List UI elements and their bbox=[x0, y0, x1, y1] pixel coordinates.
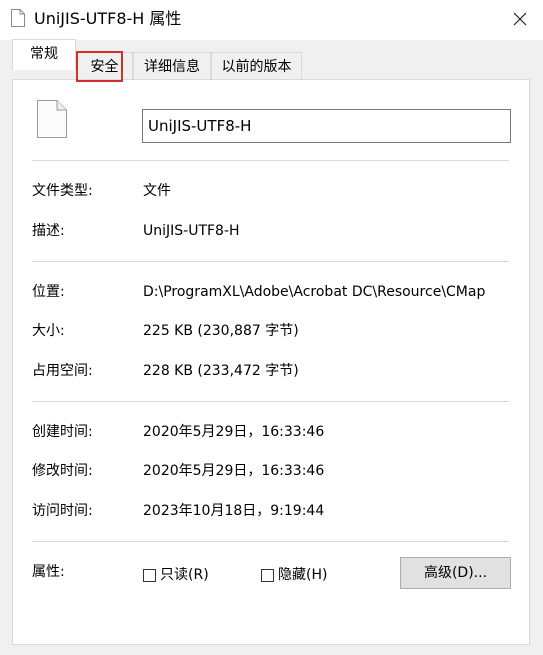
size-label: 大小: bbox=[32, 323, 65, 339]
advanced-button[interactable]: 高级(D)... bbox=[400, 557, 511, 589]
size-on-disk-label: 占用空间: bbox=[32, 363, 93, 379]
size-on-disk-value: 228 KB (233,472 字节) bbox=[143, 363, 299, 379]
accessed-label: 访问时间: bbox=[32, 503, 93, 519]
attributes-label: 属性: bbox=[32, 564, 65, 580]
file-icon bbox=[11, 9, 25, 27]
readonly-checkbox[interactable]: 只读(R) bbox=[143, 565, 209, 585]
security-tab-highlight bbox=[76, 51, 123, 82]
tab-details[interactable]: 详细信息 bbox=[133, 52, 211, 80]
size-value: 225 KB (230,887 字节) bbox=[143, 323, 299, 339]
file-type-value: 文件 bbox=[143, 183, 171, 199]
modified-label: 修改时间: bbox=[32, 463, 93, 479]
window-title: UniJIS-UTF8-H 属性 bbox=[34, 9, 182, 28]
close-icon bbox=[513, 12, 527, 26]
file-name-input[interactable] bbox=[142, 109, 511, 143]
close-button[interactable] bbox=[497, 0, 543, 38]
separator bbox=[32, 261, 509, 262]
tab-previous-versions[interactable]: 以前的版本 bbox=[211, 52, 302, 80]
readonly-label: 只读(R) bbox=[160, 567, 209, 583]
created-label: 创建时间: bbox=[32, 424, 93, 440]
description-value: UniJIS-UTF8-H bbox=[143, 223, 240, 239]
accessed-value: 2023年10月18日，9:19:44 bbox=[143, 503, 325, 519]
tab-general[interactable]: 常规 bbox=[12, 39, 76, 70]
created-value: 2020年5月29日，16:33:46 bbox=[143, 424, 325, 440]
file-type-label: 文件类型: bbox=[32, 183, 93, 199]
document-icon bbox=[37, 100, 67, 138]
separator bbox=[32, 541, 509, 542]
separator bbox=[32, 160, 509, 161]
modified-value: 2020年5月29日，16:33:46 bbox=[143, 463, 325, 479]
location-value[interactable]: D:\ProgramXL\Adobe\Acrobat DC\Resource\C… bbox=[143, 282, 511, 302]
separator bbox=[32, 401, 509, 402]
checkbox-box[interactable] bbox=[143, 568, 156, 582]
location-label: 位置: bbox=[32, 284, 65, 300]
title-bar: UniJIS-UTF8-H 属性 bbox=[0, 0, 543, 40]
checkbox-box[interactable] bbox=[261, 568, 274, 582]
hidden-label: 隐藏(H) bbox=[278, 567, 328, 583]
hidden-checkbox[interactable]: 隐藏(H) bbox=[261, 565, 327, 585]
description-label: 描述: bbox=[32, 223, 65, 239]
